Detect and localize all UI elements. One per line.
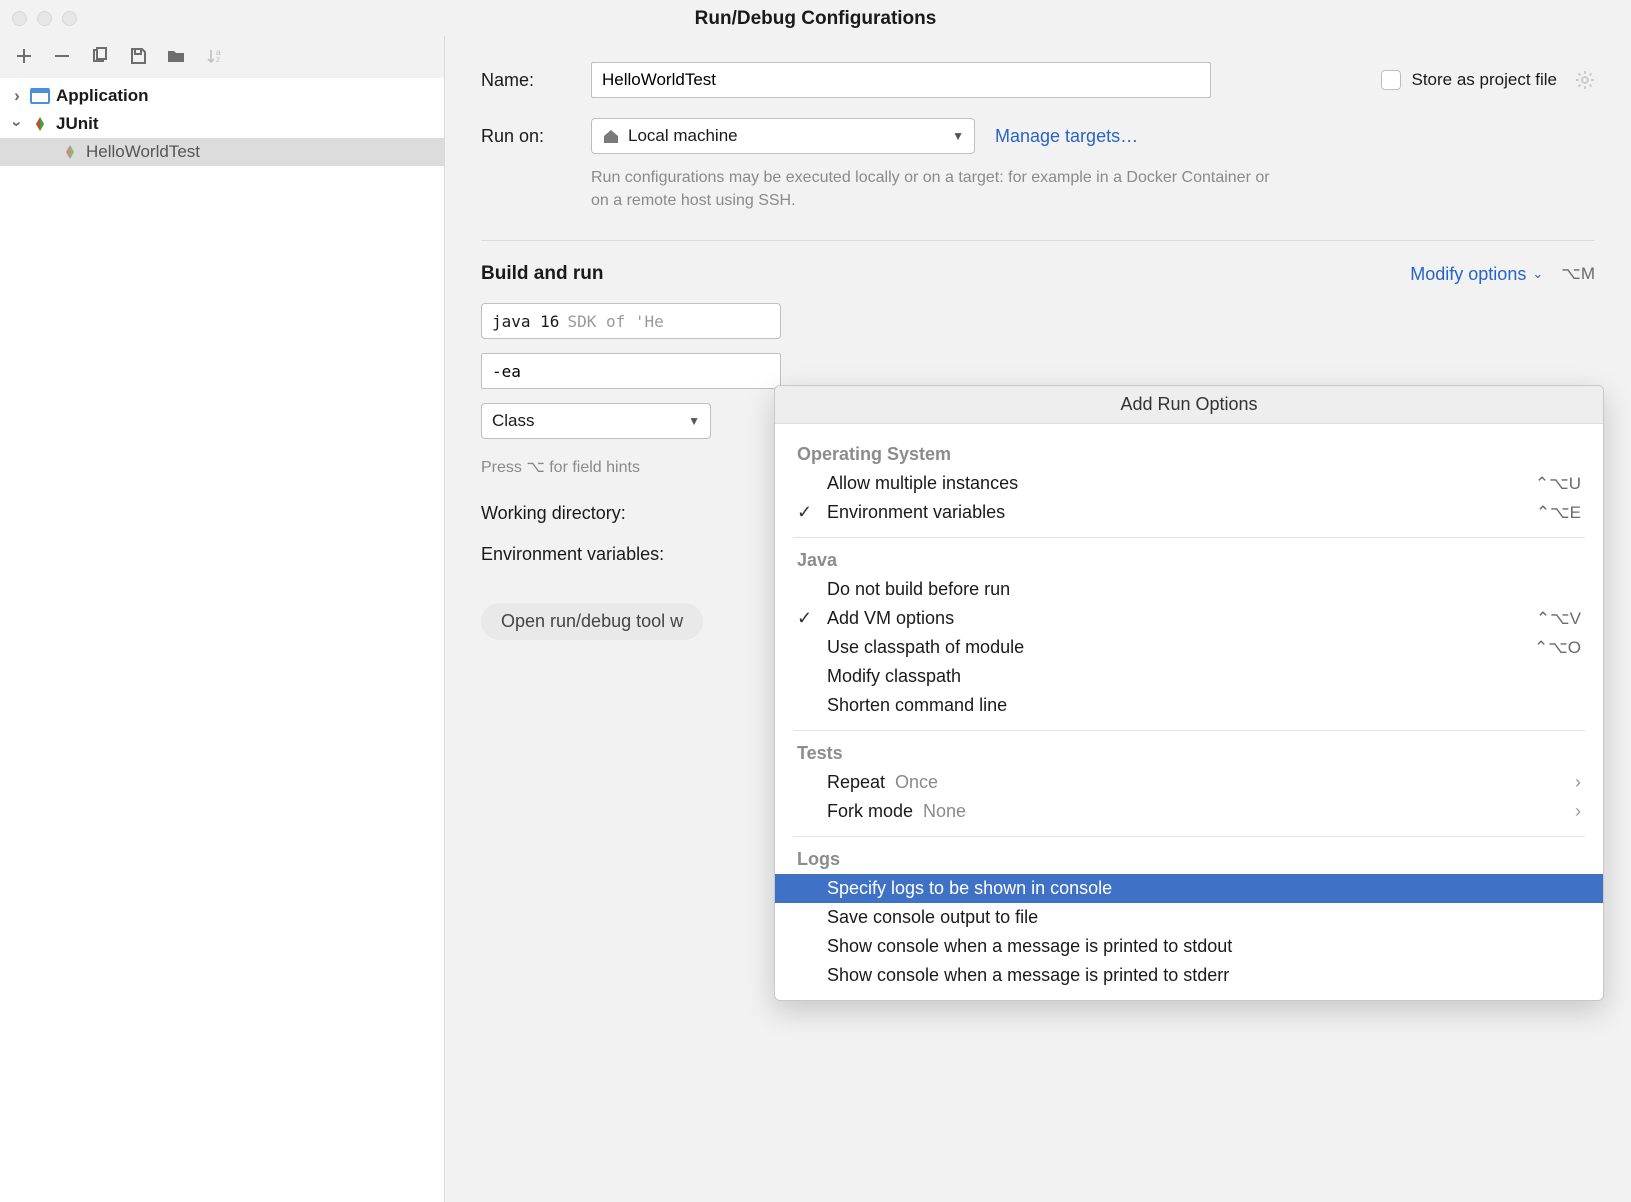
chevron-down-icon: ⌄ bbox=[1532, 266, 1543, 282]
opt-environment-variables[interactable]: ✓ Environment variables ⌃⌥E bbox=[775, 498, 1603, 527]
opt-do-not-build[interactable]: Do not build before run bbox=[775, 575, 1603, 604]
gear-icon[interactable] bbox=[1575, 70, 1595, 90]
svg-text:z: z bbox=[216, 55, 220, 64]
chevron-down-icon: › bbox=[7, 117, 27, 131]
test-kind-select[interactable]: Class ▼ bbox=[481, 403, 711, 439]
store-as-project-file-checkbox[interactable] bbox=[1381, 70, 1401, 90]
jdk-select[interactable]: java 16 SDK of 'He bbox=[481, 303, 781, 339]
manage-targets-link[interactable]: Manage targets… bbox=[995, 126, 1138, 147]
open-tool-window-pill[interactable]: Open run/debug tool w bbox=[481, 603, 703, 640]
runon-select[interactable]: Local machine ▼ bbox=[591, 118, 975, 154]
tree-node-helloworldtest[interactable]: HelloWorldTest bbox=[0, 138, 444, 166]
opt-shorten-cmdline[interactable]: Shorten command line bbox=[775, 691, 1603, 720]
opt-use-classpath[interactable]: Use classpath of module ⌃⌥O bbox=[775, 633, 1603, 662]
junit-icon bbox=[30, 115, 50, 133]
minimize-window-button[interactable] bbox=[37, 11, 52, 26]
name-label: Name: bbox=[481, 70, 591, 91]
group-java: Java bbox=[775, 538, 1603, 575]
tree-label: JUnit bbox=[56, 114, 99, 134]
application-icon bbox=[30, 87, 50, 105]
check-icon: ✓ bbox=[797, 502, 827, 523]
sidebar-toolbar: az bbox=[0, 36, 444, 78]
add-run-options-popup: Add Run Options Operating System Allow m… bbox=[774, 385, 1604, 1001]
popup-title: Add Run Options bbox=[775, 386, 1603, 424]
modify-options-shortcut: ⌥M bbox=[1561, 264, 1595, 284]
vm-options-input[interactable] bbox=[481, 353, 781, 389]
check-icon: ✓ bbox=[797, 608, 827, 629]
window-title: Run/Debug Configurations bbox=[0, 8, 1631, 30]
working-directory-label: Working directory: bbox=[481, 503, 741, 524]
group-operating-system: Operating System bbox=[775, 432, 1603, 469]
tree-node-application[interactable]: › Application bbox=[0, 82, 444, 110]
tree-node-junit[interactable]: › JUnit bbox=[0, 110, 444, 138]
sort-config-icon: az bbox=[204, 46, 224, 66]
opt-specify-logs[interactable]: Specify logs to be shown in console bbox=[775, 874, 1603, 903]
zoom-window-button[interactable] bbox=[62, 11, 77, 26]
sidebar: az › Application › JUnit bbox=[0, 36, 445, 1202]
copy-config-icon[interactable] bbox=[90, 46, 110, 66]
traffic-lights bbox=[12, 11, 77, 26]
titlebar: Run/Debug Configurations bbox=[0, 0, 1631, 36]
opt-allow-multiple-instances[interactable]: Allow multiple instances ⌃⌥U bbox=[775, 469, 1603, 498]
opt-modify-classpath[interactable]: Modify classpath bbox=[775, 662, 1603, 691]
opt-show-console-stderr[interactable]: Show console when a message is printed t… bbox=[775, 961, 1603, 990]
opt-fork-mode[interactable]: Fork modeNone › bbox=[775, 797, 1603, 826]
caret-down-icon: ▼ bbox=[952, 129, 964, 143]
modify-options-link[interactable]: Modify options ⌄ ⌥M bbox=[1410, 264, 1595, 285]
build-and-run-title: Build and run bbox=[481, 263, 603, 285]
opt-add-vm-options[interactable]: ✓ Add VM options ⌃⌥V bbox=[775, 604, 1603, 633]
runon-label: Run on: bbox=[481, 126, 591, 147]
opt-show-console-stdout[interactable]: Show console when a message is printed t… bbox=[775, 932, 1603, 961]
runon-hint: Run configurations may be executed local… bbox=[591, 166, 1291, 212]
add-config-icon[interactable] bbox=[14, 46, 34, 66]
name-input[interactable] bbox=[591, 62, 1211, 98]
chevron-right-icon: › bbox=[1575, 772, 1581, 793]
group-logs: Logs bbox=[775, 837, 1603, 874]
save-config-icon[interactable] bbox=[128, 46, 148, 66]
environment-variables-label: Environment variables: bbox=[481, 544, 741, 565]
field-hint: Press ⌥ for field hints bbox=[481, 457, 791, 477]
opt-save-console-output[interactable]: Save console output to file bbox=[775, 903, 1603, 932]
chevron-right-icon: › bbox=[1575, 801, 1581, 822]
folder-config-icon[interactable] bbox=[166, 46, 186, 66]
divider bbox=[481, 240, 1595, 241]
group-tests: Tests bbox=[775, 731, 1603, 768]
store-as-project-file-label: Store as project file bbox=[1411, 70, 1557, 90]
opt-repeat[interactable]: RepeatOnce › bbox=[775, 768, 1603, 797]
caret-down-icon: ▼ bbox=[688, 414, 700, 428]
chevron-right-icon: › bbox=[10, 86, 24, 106]
tree-label: Application bbox=[56, 86, 149, 106]
junit-icon bbox=[60, 143, 80, 161]
tree-label: HelloWorldTest bbox=[86, 142, 200, 162]
home-icon bbox=[602, 128, 620, 144]
runon-value: Local machine bbox=[628, 126, 738, 146]
config-tree: › Application › JUnit HelloWorldTest bbox=[0, 78, 444, 1202]
remove-config-icon[interactable] bbox=[52, 46, 72, 66]
close-window-button[interactable] bbox=[12, 11, 27, 26]
